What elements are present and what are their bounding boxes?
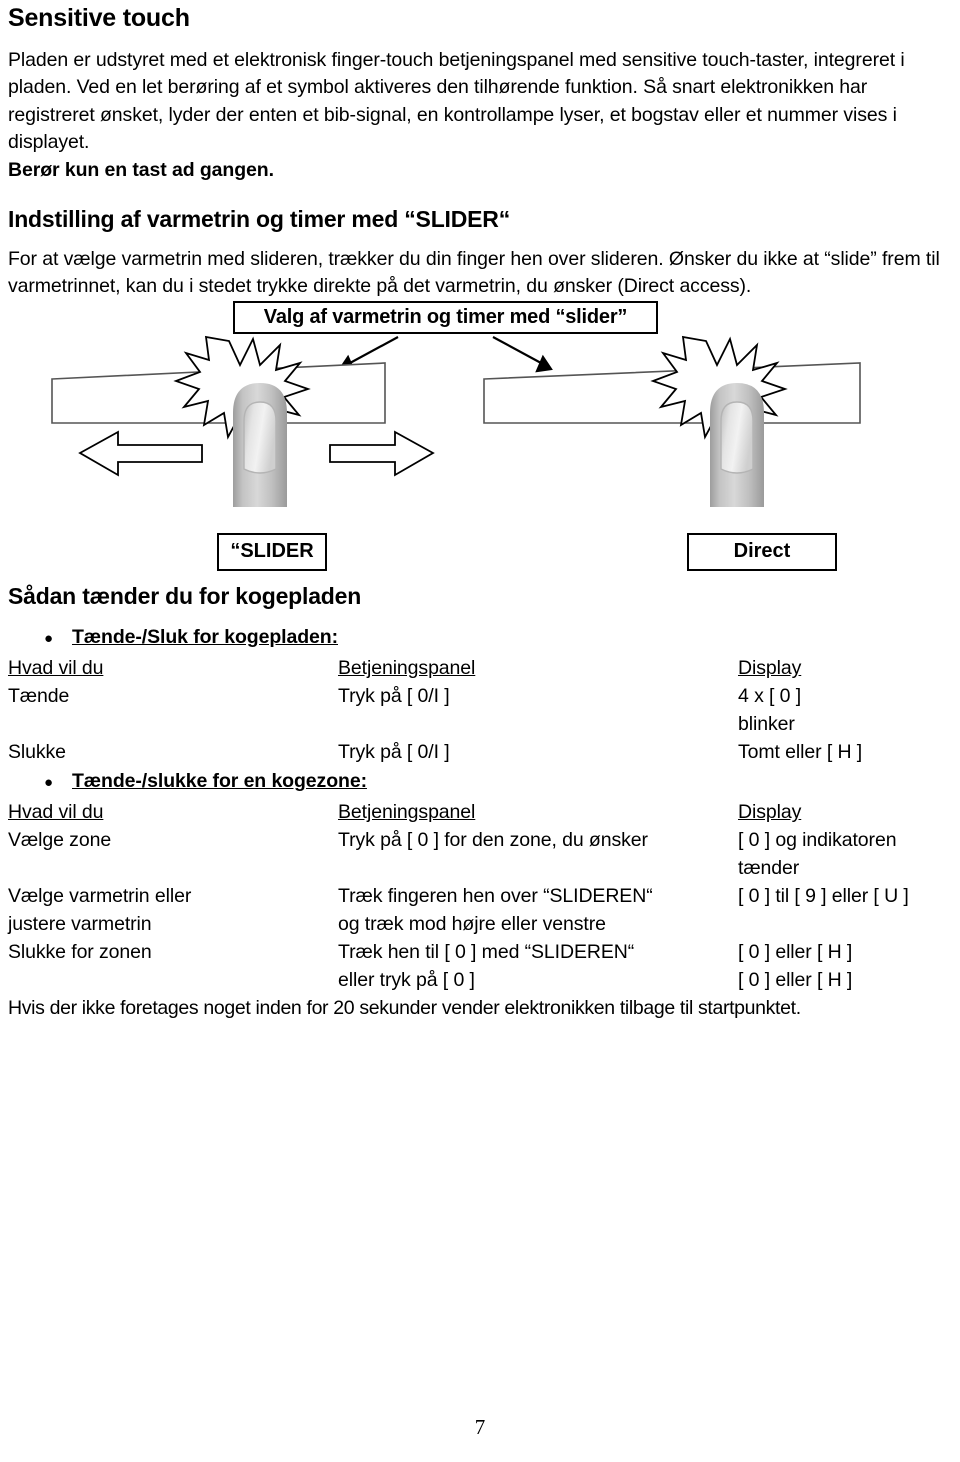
cell-what: Tænde bbox=[8, 685, 70, 708]
paragraph-sensitive-touch: Pladen er udstyret med et elektronisk fi… bbox=[8, 47, 952, 157]
cell-panel-line2: og træk mod højre eller venstre bbox=[338, 913, 606, 936]
cell-panel-line1: Tryk på [ 0 ] for den zone, du ønsker bbox=[338, 829, 648, 852]
table-row: Slukke for zonen Træk hen til [ 0 ] med … bbox=[8, 938, 952, 994]
slider-illustration-figure: Valg af varmetrin og timer med “slider” bbox=[8, 300, 952, 583]
cell-panel-line1: Træk fingeren hen over “SLIDEREN“ bbox=[338, 885, 653, 908]
cell-panel: Træk hen til [ 0 ] med “SLIDEREN“ eller … bbox=[338, 938, 738, 994]
bullet-heading-label: Tænde-/slukke for en kogezone: bbox=[72, 770, 367, 793]
column-header-panel: Betjeningspanel bbox=[338, 657, 476, 680]
cell-what-line1: Vælge varmetrin eller bbox=[8, 885, 192, 908]
cell-what-line2: justere varmetrin bbox=[8, 913, 152, 936]
cell-display-line1: [ 0 ] eller [ H ] bbox=[738, 941, 853, 964]
bullet-heading-label: Tænde-/Sluk for kogepladen: bbox=[72, 626, 338, 649]
cell-display-line2: [ 0 ] eller [ H ] bbox=[738, 969, 853, 992]
bullet-icon: ● bbox=[44, 630, 54, 648]
cell-display-line1: [ 0 ] til [ 9 ] eller [ U ] bbox=[738, 885, 909, 908]
cell-display: [ 0 ] til [ 9 ] eller [ U ] bbox=[738, 882, 952, 938]
cell-panel: Tryk på [ 0/I ] bbox=[338, 685, 450, 708]
cell-display: [ 0 ] eller [ H ] [ 0 ] eller [ H ] bbox=[738, 938, 952, 994]
cell-what: Vælge zone bbox=[8, 826, 338, 882]
cell-what: Vælge varmetrin eller justere varmetrin bbox=[8, 882, 338, 938]
cell-what: Slukke bbox=[8, 741, 66, 764]
table-header-row: Hvad vil du Betjeningspanel Display bbox=[8, 654, 952, 682]
paragraph-slider: For at vælge varmetrin med slideren, træ… bbox=[8, 246, 952, 301]
arrow-right bbox=[329, 430, 435, 477]
footnote-text: Hvis der ikke foretages noget inden for … bbox=[8, 997, 801, 1020]
heading-slider-settings: Indstilling af varmetrin og timer med “S… bbox=[8, 206, 510, 233]
column-header-display: Display bbox=[738, 657, 802, 680]
column-header-panel: Betjeningspanel bbox=[338, 801, 476, 824]
column-header-what: Hvad vil du bbox=[8, 801, 104, 824]
label-box-slider: “SLIDER bbox=[217, 532, 327, 571]
page-number: 7 bbox=[474, 1415, 486, 1439]
paragraph-line: Pladen er udstyret med et elektronisk fi… bbox=[8, 48, 809, 71]
cell-panel: Træk fingeren hen over “SLIDEREN“ og træ… bbox=[338, 882, 738, 938]
heading-sensitive-touch: Sensitive touch bbox=[8, 4, 190, 32]
cell-display-line1: [ 0 ] og indikatoren bbox=[738, 829, 897, 852]
cell-display-line2: blinker bbox=[738, 713, 795, 736]
table-row: Vælge varmetrin eller justere varmetrin … bbox=[8, 882, 952, 938]
cell-panel: Tryk på [ 0 ] for den zone, du ønsker bbox=[338, 826, 738, 882]
cell-display: Tomt eller [ H ] bbox=[738, 741, 863, 764]
paragraph-line: For at vælge varmetrin med slideren, træ… bbox=[8, 247, 819, 270]
cell-display-line1: 4 x [ 0 ] bbox=[738, 685, 802, 708]
cell-what: Slukke for zonen bbox=[8, 938, 338, 994]
cell-display-line2: tænder bbox=[738, 857, 800, 880]
warning-text: Berør kun en tast ad gangen. bbox=[8, 158, 274, 181]
table-row: Tænde Tryk på [ 0/I ] 4 x [ 0 ] blinker bbox=[8, 682, 952, 738]
arrow-left bbox=[78, 430, 203, 477]
cell-what-line1: Slukke for zonen bbox=[8, 941, 152, 964]
table-power-on-off: Hvad vil du Betjeningspanel Display Tænd… bbox=[8, 654, 952, 766]
cell-panel: Tryk på [ 0/I ] bbox=[338, 741, 450, 764]
document-page: Sensitive touch Pladen er udstyret med e… bbox=[0, 0, 960, 1462]
cell-display: [ 0 ] og indikatoren tænder bbox=[738, 826, 952, 882]
label-slider-text: “SLIDER bbox=[230, 540, 314, 563]
table-row: Slukke Tryk på [ 0/I ] Tomt eller [ H ] bbox=[8, 738, 952, 766]
bullet-heading-table1: ● Tænde-/Sluk for kogepladen: bbox=[8, 622, 952, 654]
table-row: Vælge zone Tryk på [ 0 ] for den zone, d… bbox=[8, 826, 952, 882]
cell-what-line1: Vælge zone bbox=[8, 829, 112, 852]
paragraph-line: access). bbox=[679, 275, 752, 298]
cell-panel-line2: eller tryk på [ 0 ] bbox=[338, 969, 475, 992]
heading-power-on: Sådan tænder du for kogepladen bbox=[8, 582, 362, 609]
table-header-row: Hvad vil du Betjeningspanel Display bbox=[8, 798, 952, 826]
label-direct-text: Direct bbox=[733, 540, 791, 563]
cell-display: 4 x [ 0 ] blinker bbox=[738, 682, 952, 738]
column-header-what: Hvad vil du bbox=[8, 657, 104, 680]
label-box-direct: Direct bbox=[687, 532, 837, 571]
bullet-heading-table2: ● Tænde-/slukke for en kogezone: bbox=[8, 766, 952, 798]
finger-left bbox=[233, 382, 287, 507]
cell-panel-line1: Træk hen til [ 0 ] med “SLIDEREN“ bbox=[338, 941, 635, 964]
finger-right bbox=[710, 382, 764, 507]
table-zone-on-off: Hvad vil du Betjeningspanel Display Vælg… bbox=[8, 798, 952, 994]
bullet-icon: ● bbox=[44, 774, 54, 792]
column-header-display: Display bbox=[738, 801, 802, 824]
